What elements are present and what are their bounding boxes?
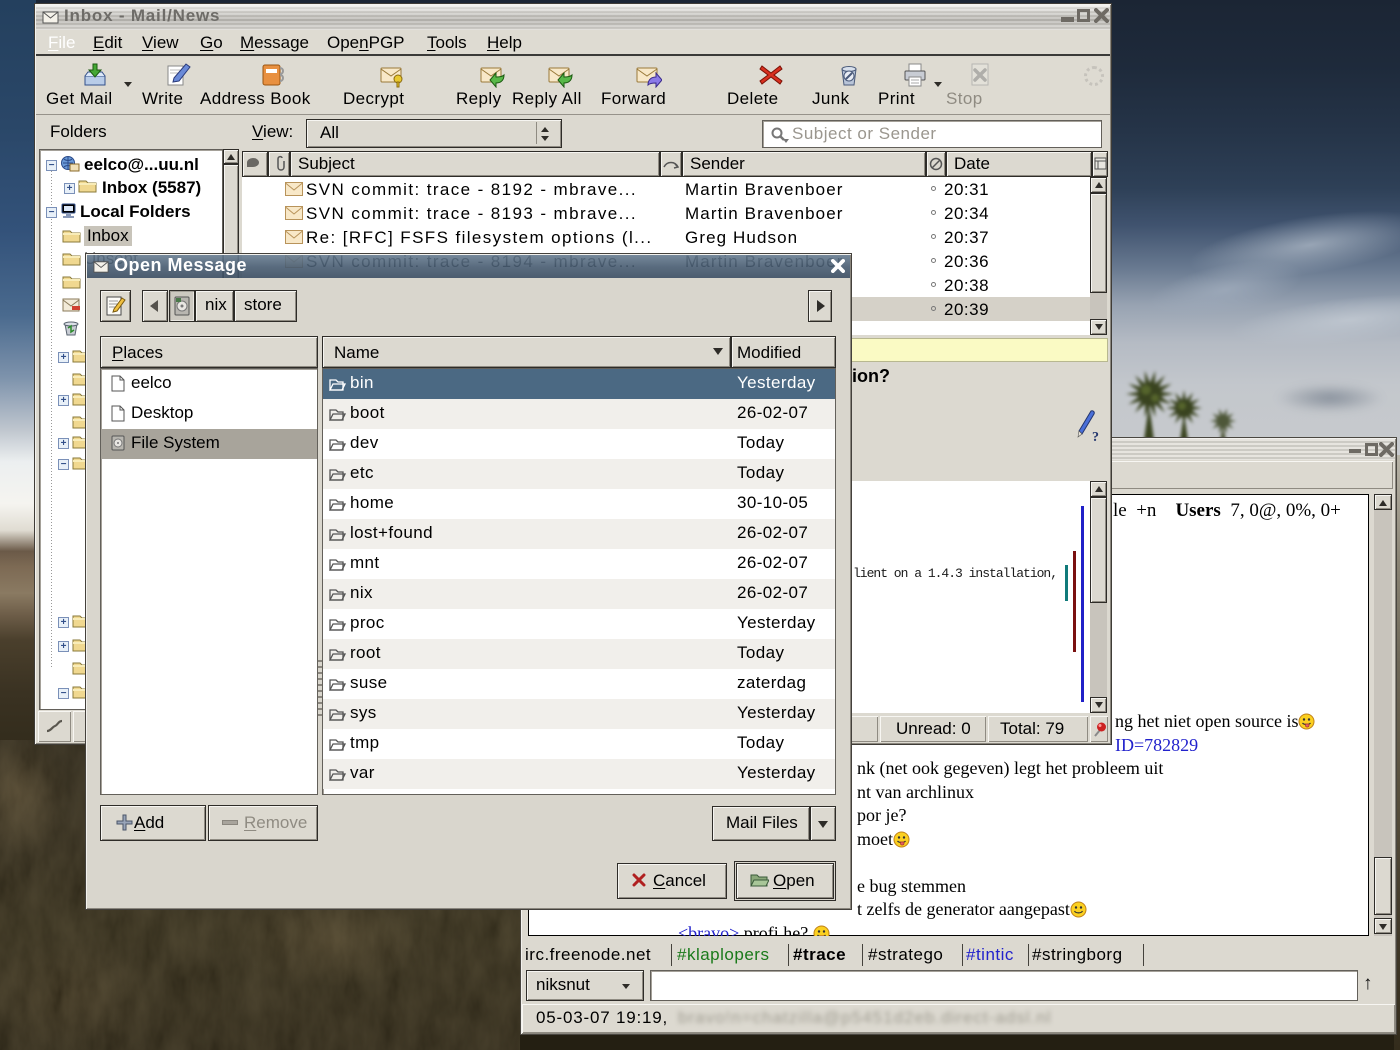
svg-text:?: ?	[1092, 430, 1099, 444]
